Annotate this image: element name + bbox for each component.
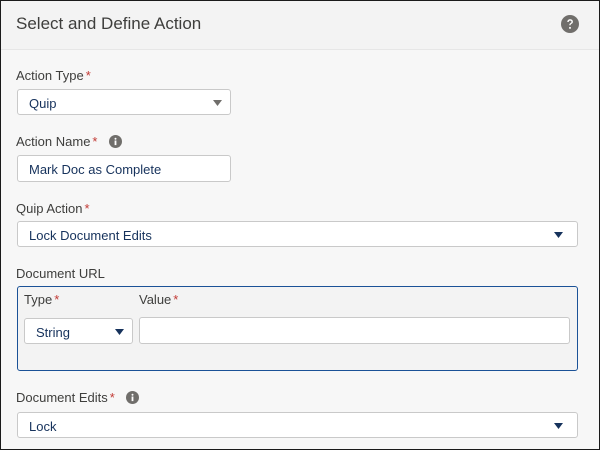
document-url-label: Document URL — [16, 266, 105, 281]
action-name-label: Action Name * — [16, 134, 123, 149]
document-url-group: Type * Value * String — [17, 286, 578, 371]
required-marker: * — [173, 292, 179, 307]
panel-title: Select and Define Action — [16, 14, 202, 33]
info-circle-icon[interactable] — [126, 391, 140, 404]
required-marker: * — [92, 134, 98, 149]
document-edits-select[interactable]: Lock — [17, 412, 578, 438]
document-url-type-select[interactable]: String — [24, 318, 133, 344]
question-circle-icon[interactable] — [561, 15, 579, 33]
panel-body: Action Type * Quip Action Name * Mark Doc … — [1, 50, 599, 449]
action-name-input[interactable]: Mark Doc as Complete — [17, 155, 231, 182]
action-type-select[interactable]: Quip — [17, 89, 231, 115]
quip-action-label: Quip Action * — [16, 201, 90, 216]
required-marker: * — [109, 390, 115, 405]
chevron-down-icon — [213, 100, 222, 106]
required-marker: * — [85, 68, 91, 83]
quip-action-select[interactable]: Lock Document Edits — [17, 221, 578, 247]
required-marker: * — [54, 292, 60, 307]
document-url-value-input[interactable] — [139, 317, 570, 344]
chevron-down-icon — [554, 232, 563, 238]
define-action-panel: Select and Define Action Action Type * Qu… — [0, 0, 600, 450]
chevron-down-icon — [115, 329, 124, 335]
required-marker: * — [84, 201, 90, 216]
document-url-type-label: Type * — [24, 292, 60, 307]
action-type-label: Action Type * — [16, 68, 91, 83]
document-url-value-label: Value * — [139, 292, 179, 307]
panel-header: Select and Define Action — [1, 1, 599, 50]
chevron-down-icon — [554, 423, 563, 429]
document-edits-label: Document Edits * — [16, 390, 140, 405]
info-circle-icon[interactable] — [109, 135, 123, 148]
